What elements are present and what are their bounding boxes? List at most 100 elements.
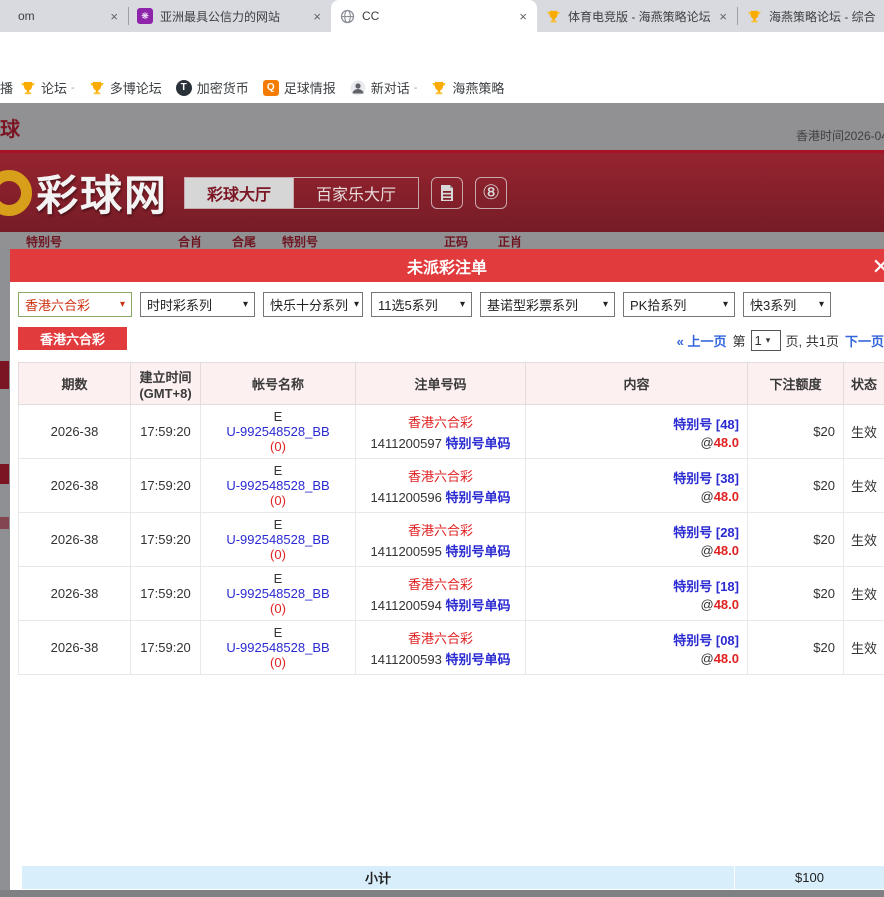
next-page-link[interactable]: 下一页 [845,331,884,350]
dimmed-page-strip: 球 香港时间2026-04 [0,103,884,150]
col-ticket: 注单号码 [356,363,526,405]
bookmark-partial[interactable]: 播 [0,78,14,97]
bet-content-link[interactable]: 特别号 [18] [526,576,739,595]
chevron-down-icon: ▾ [120,299,125,310]
tab-close-icon[interactable]: × [108,9,120,24]
amount-cell: $20 [748,459,844,513]
category-label: 合肖 [178,233,202,250]
ticket-number: 1411200594 [371,598,442,613]
chevron-down-icon: ▾ [603,299,608,310]
filter-select-11x5[interactable]: 11选5系列 ▾ [371,292,472,317]
select-value: 时时彩系列 [147,295,212,314]
ticket-cell: 香港六合彩 1411200597 特别号单码 [356,405,526,459]
site-logo[interactable]: 彩球网 [0,162,168,223]
bet-content-link[interactable]: 特别号 [48] [526,414,739,433]
filter-select-keno[interactable]: 基诺型彩票系列 ▾ [480,292,615,317]
football-intel-icon: Q [263,80,279,96]
browser-tab-4[interactable]: 体育电竞版 - 海燕策略论坛 × [537,0,737,32]
bookmark-label: 足球情报 [284,78,336,97]
col-status: 状态 [844,363,884,405]
bookmark-label: 海燕策略 [452,78,504,97]
ticket-cell: 香港六合彩 1411200595 特别号单码 [356,513,526,567]
lottery-name: 香港六合彩 [356,412,525,431]
nav-baccarat-hall[interactable]: 百家乐大厅 [293,178,418,208]
bet-content-link[interactable]: 特别号 [38] [526,468,739,487]
chevron-down-icon: ▾ [460,299,465,310]
report-button[interactable] [431,177,463,209]
account-count: (0) [201,439,355,454]
odds-at: @ [700,435,713,450]
bet-content-link[interactable]: 特别号 [08] [526,630,739,649]
bet-row: 2026-38 17:59:20 E U-992548528_BB (0) 香港… [19,513,884,567]
col-period: 期数 [19,363,131,405]
account-link[interactable]: U-992548528_BB [201,640,355,655]
browser-tab-5[interactable]: 海燕策略论坛 - 综合 [738,0,884,32]
page-edge-fragment [0,464,9,484]
col-created-l1: 建立时间 [139,370,191,385]
account-link[interactable]: U-992548528_BB [201,478,355,493]
eight-ball-button[interactable]: ⑧ [475,177,507,209]
col-created-l2: (GMT+8) [139,386,191,401]
account-cell: E U-992548528_BB (0) [201,405,356,459]
account-line1: E [201,625,355,640]
bookmark-duobo-forum[interactable]: 多博论坛 [89,78,162,97]
bookmark-haiyan[interactable]: 海燕策略 [431,78,504,97]
trophy-icon [746,8,762,24]
ticket-type-link[interactable]: 特别号单码 [445,490,510,505]
ticket-type-link[interactable]: 特别号单码 [445,544,510,559]
ticket-number: 1411200596 [371,490,442,505]
account-link[interactable]: U-992548528_BB [201,586,355,601]
bookmark-crypto[interactable]: T 加密货币 [176,78,249,97]
prev-page-link[interactable]: « 上一页 [677,331,727,350]
odds-value: 48.0 [714,543,739,558]
close-icon[interactable]: ✕ [872,254,884,280]
subtotal-value: $100 [735,866,884,889]
ticket-type-link[interactable]: 特别号单码 [445,652,510,667]
time-cell: 17:59:20 [131,459,201,513]
page-edge-fragment [0,517,9,529]
content-cell: 特别号 [28] @48.0 [526,513,748,567]
account-line1: E [201,463,355,478]
globe-icon [339,8,355,24]
odds-at: @ [700,543,713,558]
status-cell: 生效 [844,513,884,567]
tab-close-icon[interactable]: × [311,9,323,24]
crypto-coin-icon: T [176,80,192,96]
bookmark-new-chat[interactable]: 新对话 - [350,78,418,97]
filter-select-klsf[interactable]: 快乐十分系列 ▾ [263,292,363,317]
tab-close-icon[interactable]: × [717,9,729,24]
filter-select-k3[interactable]: 快3系列 ▾ [743,292,831,317]
hk-mark-six-tab-button[interactable]: 香港六合彩 [18,327,127,350]
bet-content-link[interactable]: 特别号 [28] [526,522,739,541]
odds-at: @ [700,651,713,666]
period-cell: 2026-38 [19,513,131,567]
filter-select-pk10[interactable]: PK拾系列 ▾ [623,292,735,317]
avatar-icon [350,80,366,96]
account-count: (0) [201,493,355,508]
content-cell: 特别号 [48] @48.0 [526,405,748,459]
account-link[interactable]: U-992548528_BB [201,532,355,547]
account-cell: E U-992548528_BB (0) [201,567,356,621]
time-cell: 17:59:20 [131,405,201,459]
account-link[interactable]: U-992548528_BB [201,424,355,439]
page-number-select[interactable]: 1 ▾ [751,330,781,351]
bookmark-football[interactable]: Q 足球情报 [263,78,336,97]
filter-select-ssc[interactable]: 时时彩系列 ▾ [140,292,255,317]
bookmark-suffix: - [414,82,418,94]
ticket-type-link[interactable]: 特别号单码 [445,436,510,451]
col-content: 内容 [526,363,748,405]
ticket-number: 1411200595 [371,544,442,559]
odds-value: 48.0 [714,435,739,450]
account-count: (0) [201,601,355,616]
browser-tab-2[interactable]: ❋ 亚洲最具公信力的网站 × [129,0,331,32]
nav-lottery-hall[interactable]: 彩球大厅 [185,178,293,208]
tab-close-icon[interactable]: × [517,9,529,24]
amount-cell: $20 [748,405,844,459]
ticket-type-link[interactable]: 特别号单码 [445,598,510,613]
browser-tab-3-active[interactable]: CC × [331,0,537,32]
period-cell: 2026-38 [19,405,131,459]
bookmark-forum[interactable]: 论坛 - [20,78,75,97]
filter-select-hk-mark-six[interactable]: 香港六合彩 ▾ [18,292,132,317]
browser-tab-1[interactable]: om × [0,0,128,32]
ticket-number: 1411200597 [371,436,442,451]
